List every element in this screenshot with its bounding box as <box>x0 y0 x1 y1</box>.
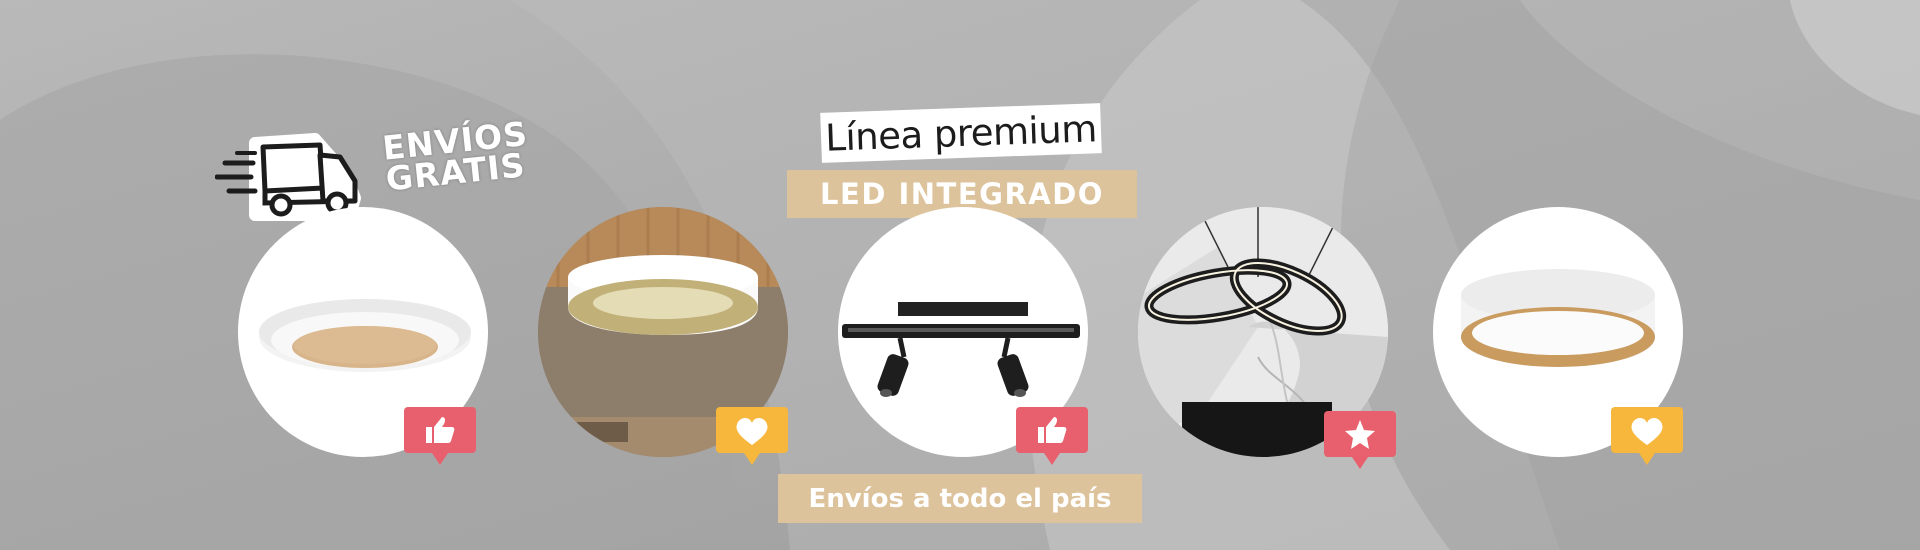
free-shipping-text: ENVÍOS GRATIS <box>381 114 532 199</box>
tagline: LED INTEGRADO <box>820 177 1104 211</box>
heart-icon[interactable] <box>714 405 790 467</box>
nationwide-shipping-label: Envíos a todo el país <box>808 483 1112 514</box>
thumbs-up-icon[interactable] <box>1014 405 1090 467</box>
heart-icon[interactable] <box>1609 405 1685 467</box>
star-icon[interactable] <box>1322 409 1398 471</box>
product-card-4[interactable] <box>1138 207 1396 469</box>
title-box: Línea premium <box>820 103 1102 163</box>
product-card-2[interactable] <box>538 207 788 465</box>
product-card-3[interactable] <box>838 207 1088 465</box>
nationwide-shipping-box: Envíos a todo el país <box>778 474 1142 523</box>
page-title: Línea premium <box>824 106 1098 160</box>
promo-banner: ENVÍOS GRATIS Línea premium LED INTEGRAD… <box>0 0 1920 550</box>
product-card-5[interactable] <box>1433 207 1683 465</box>
product-card-1[interactable] <box>238 207 488 465</box>
thumbs-up-icon[interactable] <box>402 405 478 467</box>
